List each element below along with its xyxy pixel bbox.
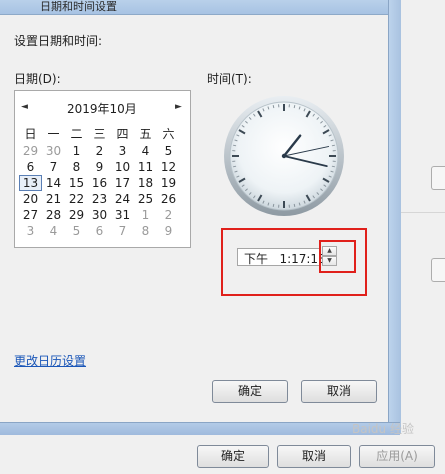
minute-tick [331,165,335,168]
calendar-day[interactable]: 7 [111,223,134,239]
calendar: ◄ 2019年10月 ► 日一二三四五六 29 30 1 2 3 4 5 6 7 8 9 10 11 12… [14,90,191,248]
calendar-day[interactable]: 25 [134,191,157,207]
calendar-day[interactable]: 29 [65,207,88,223]
minute-tick [293,105,296,109]
minute-tick [331,144,335,147]
calendar-day[interactable]: 6 [88,223,111,239]
calendar-day[interactable]: 16 [88,175,111,191]
weekday-label: 一 [47,127,60,141]
parent-apply-button[interactable]: 应用(A) [359,445,435,468]
calendar-week-row: 13 14 15 16 17 18 19 [19,175,180,191]
calendar-day[interactable]: 26 [157,191,180,207]
calendar-week-row: 20 21 22 23 24 25 26 [19,191,180,207]
day-grid: 29 30 1 2 3 4 5 6 7 8 9 10 11 12 13 14 15 16 17 18 19 20 21 22 2… [19,143,180,239]
weekday-label: 四 [116,127,129,141]
calendar-day[interactable]: 30 [88,207,111,223]
calendar-day[interactable]: 1 [134,207,157,223]
parent-cancel-button[interactable]: 取消 [277,445,351,468]
time-input[interactable]: 下午 1:17:13 [237,248,326,266]
calendar-day[interactable]: 22 [65,191,88,207]
minute-tick [233,144,237,147]
minute-tick [293,203,296,207]
minute-tick [272,203,275,207]
time-label: 时间(T): [207,72,252,86]
calendar-day[interactable]: 5 [157,143,180,159]
weekday-label: 三 [93,127,106,141]
calendar-day[interactable]: 12 [157,159,180,175]
calendar-day[interactable]: 1 [65,143,88,159]
change-calendar-settings-link[interactable]: 更改日历设置 [14,352,86,369]
calendar-week-row: 3456789 [19,223,180,239]
calendar-day[interactable]: 19 [157,175,180,191]
calendar-day[interactable]: 21 [42,191,65,207]
calendar-day[interactable]: 17 [111,175,134,191]
calendar-week-row: 6 7 8 9 10 11 12 [19,159,180,175]
next-month-arrow[interactable]: ► [175,102,182,112]
weekday-label: 五 [139,127,152,141]
window-frame-right [388,0,401,434]
ok-button[interactable]: 确定 [212,380,288,403]
parent-ok-button[interactable]: 确定 [197,445,269,468]
calendar-day[interactable]: 8 [65,159,88,175]
minute-tick [272,105,275,109]
parent-button-edge[interactable] [431,258,445,282]
weekday-label: 六 [162,127,175,141]
weekday-label: 二 [70,127,83,141]
time-value: 下午 1:17:13 [244,252,326,266]
minute-tick [233,165,237,168]
weekday-header: 日一二三四五六 [19,125,180,142]
calendar-day[interactable]: 10 [111,159,134,175]
calendar-day[interactable]: 2 [88,143,111,159]
weekday-label: 日 [24,127,37,141]
calendar-day[interactable]: 27 [19,207,42,223]
calendar-week-row: 29 30 1 2 3 4 5 [19,143,180,159]
calendar-day[interactable]: 13 [19,175,42,191]
calendar-day[interactable]: 29 [19,143,42,159]
calendar-day[interactable]: 30 [42,143,65,159]
calendar-day[interactable]: 4 [42,223,65,239]
parent-button-edge[interactable] [431,166,445,190]
calendar-day[interactable]: 28 [42,207,65,223]
watermark: Baidu 经验 [352,422,414,436]
calendar-day[interactable]: 15 [65,175,88,191]
calendar-day[interactable]: 5 [65,223,88,239]
calendar-day[interactable]: 8 [134,223,157,239]
calendar-day[interactable]: 20 [19,191,42,207]
parent-divider [400,212,445,213]
clock-center [281,153,287,159]
calendar-day[interactable]: 23 [88,191,111,207]
date-label: 日期(D): [14,72,61,86]
calendar-day[interactable]: 14 [42,175,65,191]
calendar-day[interactable]: 24 [111,191,134,207]
calendar-day[interactable]: 9 [88,159,111,175]
calendar-day[interactable]: 31 [111,207,134,223]
calendar-day[interactable]: 3 [111,143,134,159]
cancel-button[interactable]: 取消 [301,380,377,403]
calendar-day[interactable]: 2 [157,207,180,223]
calendar-day[interactable]: 4 [134,143,157,159]
window-title: 日期和时间设置 [40,0,117,13]
calendar-day[interactable]: 3 [19,223,42,239]
title-bar: 日期和时间设置 [0,0,400,15]
calendar-day[interactable]: 6 [19,159,42,175]
spinner-highlight [319,240,356,273]
calendar-day[interactable]: 11 [134,159,157,175]
calendar-week-row: 27 28 29 30 31 1 2 [19,207,180,223]
calendar-day[interactable]: 18 [134,175,157,191]
window-frame-bottom [0,422,400,435]
calendar-day[interactable]: 9 [157,223,180,239]
analog-clock [224,96,344,216]
calendar-day[interactable]: 7 [42,159,65,175]
prev-month-arrow[interactable]: ◄ [21,102,28,112]
prompt-label: 设置日期和时间: [14,34,103,48]
parent-dialog-panel [400,0,445,474]
calendar-month-title[interactable]: 2019年10月 [67,100,137,117]
